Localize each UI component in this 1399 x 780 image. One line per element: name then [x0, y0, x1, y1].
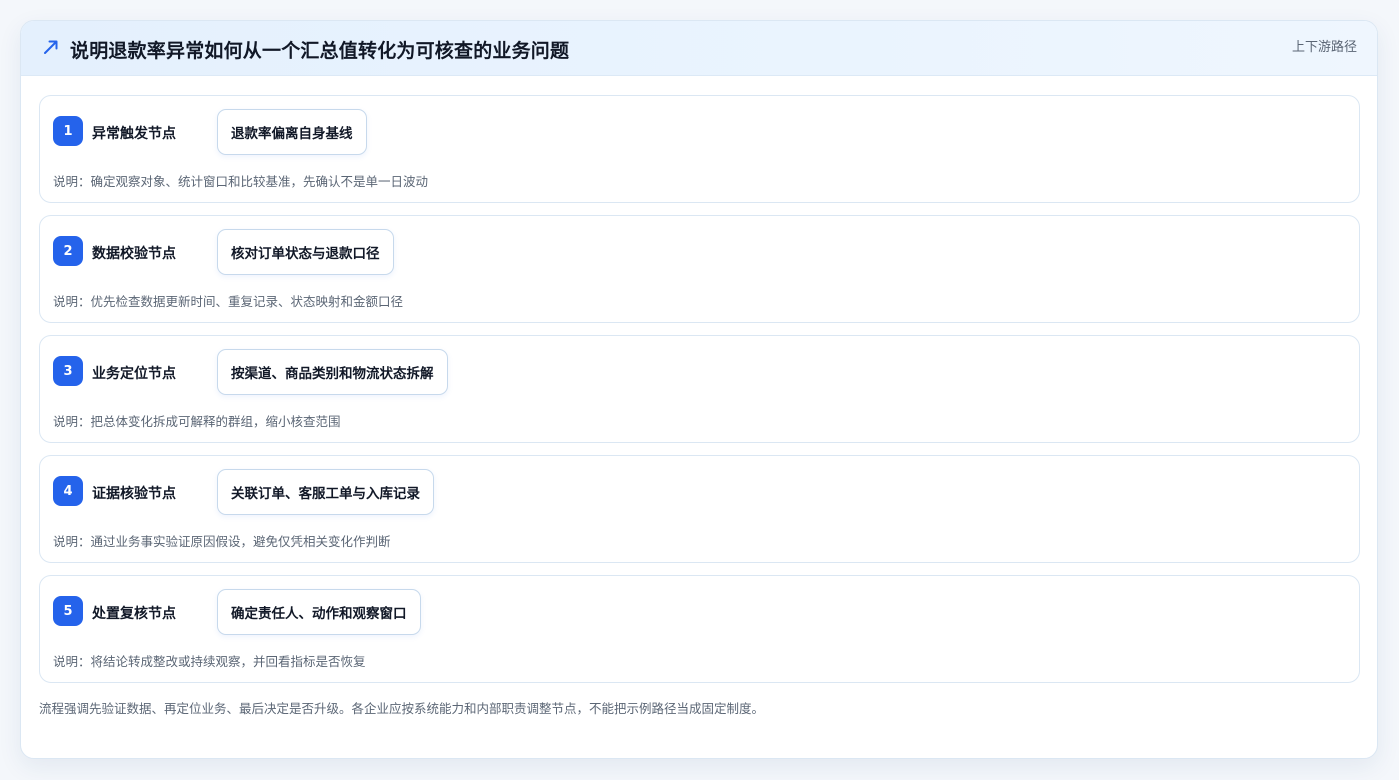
step-description: 说明：优先检查数据更新时间、重复记录、状态映射和金额口径: [53, 294, 404, 309]
step-card-1: 1 异常触发节点 退款率偏离自身基线 说明：确定观察对象、统计窗口和比较基准，先…: [39, 95, 1360, 203]
step-number-badge: 5: [53, 596, 83, 626]
step-action-pill: 关联订单、客服工单与入库记录: [217, 469, 434, 515]
step-title: 证据核验节点: [92, 486, 176, 502]
step-title: 业务定位节点: [92, 366, 176, 382]
step-action-pill: 核对订单状态与退款口径: [217, 229, 394, 275]
step-description: 说明：把总体变化拆成可解释的群组，缩小核查范围: [53, 414, 341, 429]
flow-panel: 说明退款率异常如何从一个汇总值转化为可核查的业务问题 上下游路径 1 异常触发节…: [20, 20, 1378, 759]
panel-header: 说明退款率异常如何从一个汇总值转化为可核查的业务问题 上下游路径: [21, 21, 1377, 76]
path-tag: 上下游路径: [1291, 40, 1357, 55]
step-number-badge: 4: [53, 476, 83, 506]
step-action-pill: 确定责任人、动作和观察窗口: [217, 589, 421, 635]
footnote: 流程强调先验证数据、再定位业务、最后决定是否升级。各企业应按系统能力和内部职责调…: [39, 701, 765, 716]
step-number-badge: 1: [53, 116, 83, 146]
step-title: 数据校验节点: [92, 246, 176, 262]
step-card-5: 5 处置复核节点 确定责任人、动作和观察窗口 说明：将结论转成整改或持续观察，并…: [39, 575, 1360, 683]
panel-title: 说明退款率异常如何从一个汇总值转化为可核查的业务问题: [70, 40, 570, 62]
step-title: 异常触发节点: [92, 126, 176, 142]
step-action-pill: 按渠道、商品类别和物流状态拆解: [217, 349, 448, 395]
trend-arrow-icon: [41, 37, 61, 57]
step-number-badge: 3: [53, 356, 83, 386]
step-description: 说明：将结论转成整改或持续观察，并回看指标是否恢复: [53, 654, 366, 669]
step-card-4: 4 证据核验节点 关联订单、客服工单与入库记录 说明：通过业务事实验证原因假设，…: [39, 455, 1360, 563]
step-number-badge: 2: [53, 236, 83, 266]
step-action-pill: 退款率偏离自身基线: [217, 109, 367, 155]
step-description: 说明：确定观察对象、统计窗口和比较基准，先确认不是单一日波动: [53, 174, 429, 189]
step-title: 处置复核节点: [92, 606, 176, 622]
step-card-3: 3 业务定位节点 按渠道、商品类别和物流状态拆解 说明：把总体变化拆成可解释的群…: [39, 335, 1360, 443]
step-description: 说明：通过业务事实验证原因假设，避免仅凭相关变化作判断: [53, 534, 391, 549]
step-card-2: 2 数据校验节点 核对订单状态与退款口径 说明：优先检查数据更新时间、重复记录、…: [39, 215, 1360, 323]
